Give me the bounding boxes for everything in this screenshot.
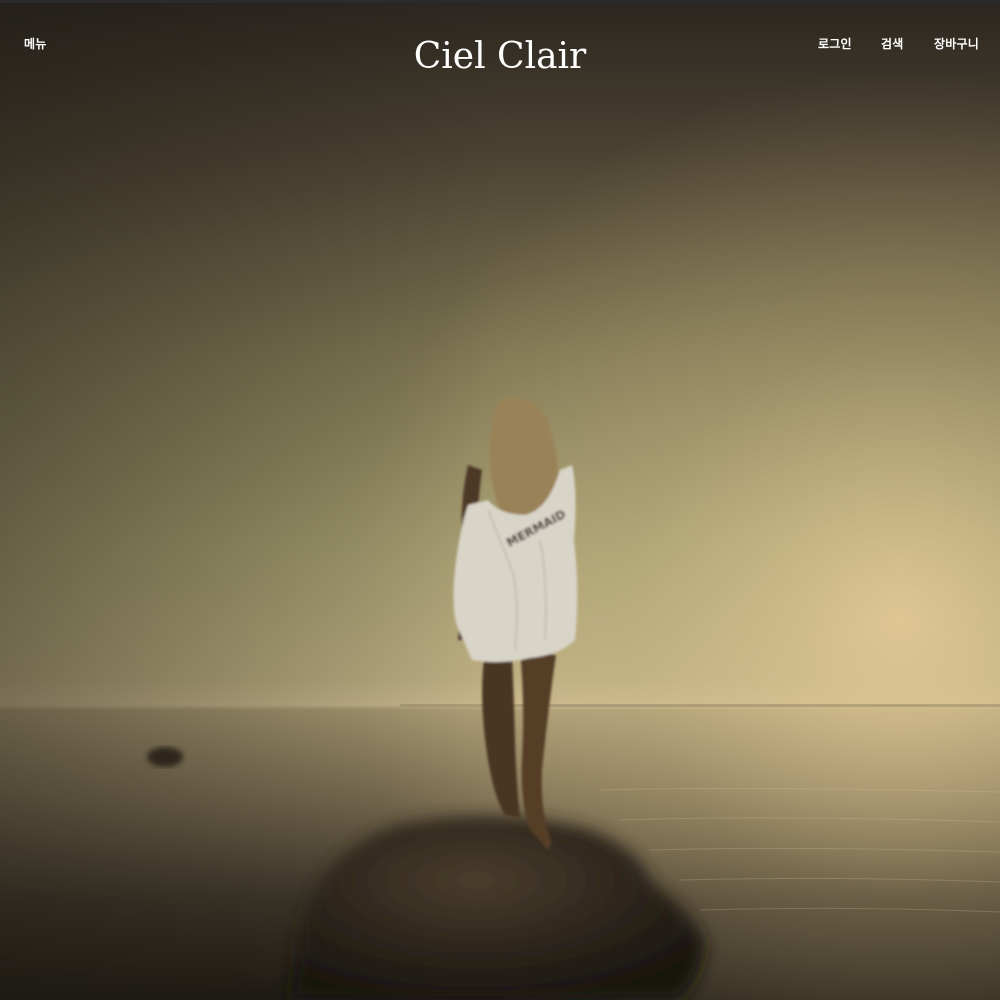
login-link[interactable]: 로그인	[818, 35, 852, 52]
search-link[interactable]: 검색	[881, 35, 903, 52]
page: MERMAID 메뉴 Ciel Clair 로그인 검색 장바구니	[0, 0, 1000, 1000]
cart-link[interactable]: 장바구니	[934, 35, 979, 52]
top-navigation: 메뉴 Ciel Clair 로그인 검색 장바구니	[0, 0, 1000, 90]
hero-image: MERMAID	[0, 0, 1000, 1000]
